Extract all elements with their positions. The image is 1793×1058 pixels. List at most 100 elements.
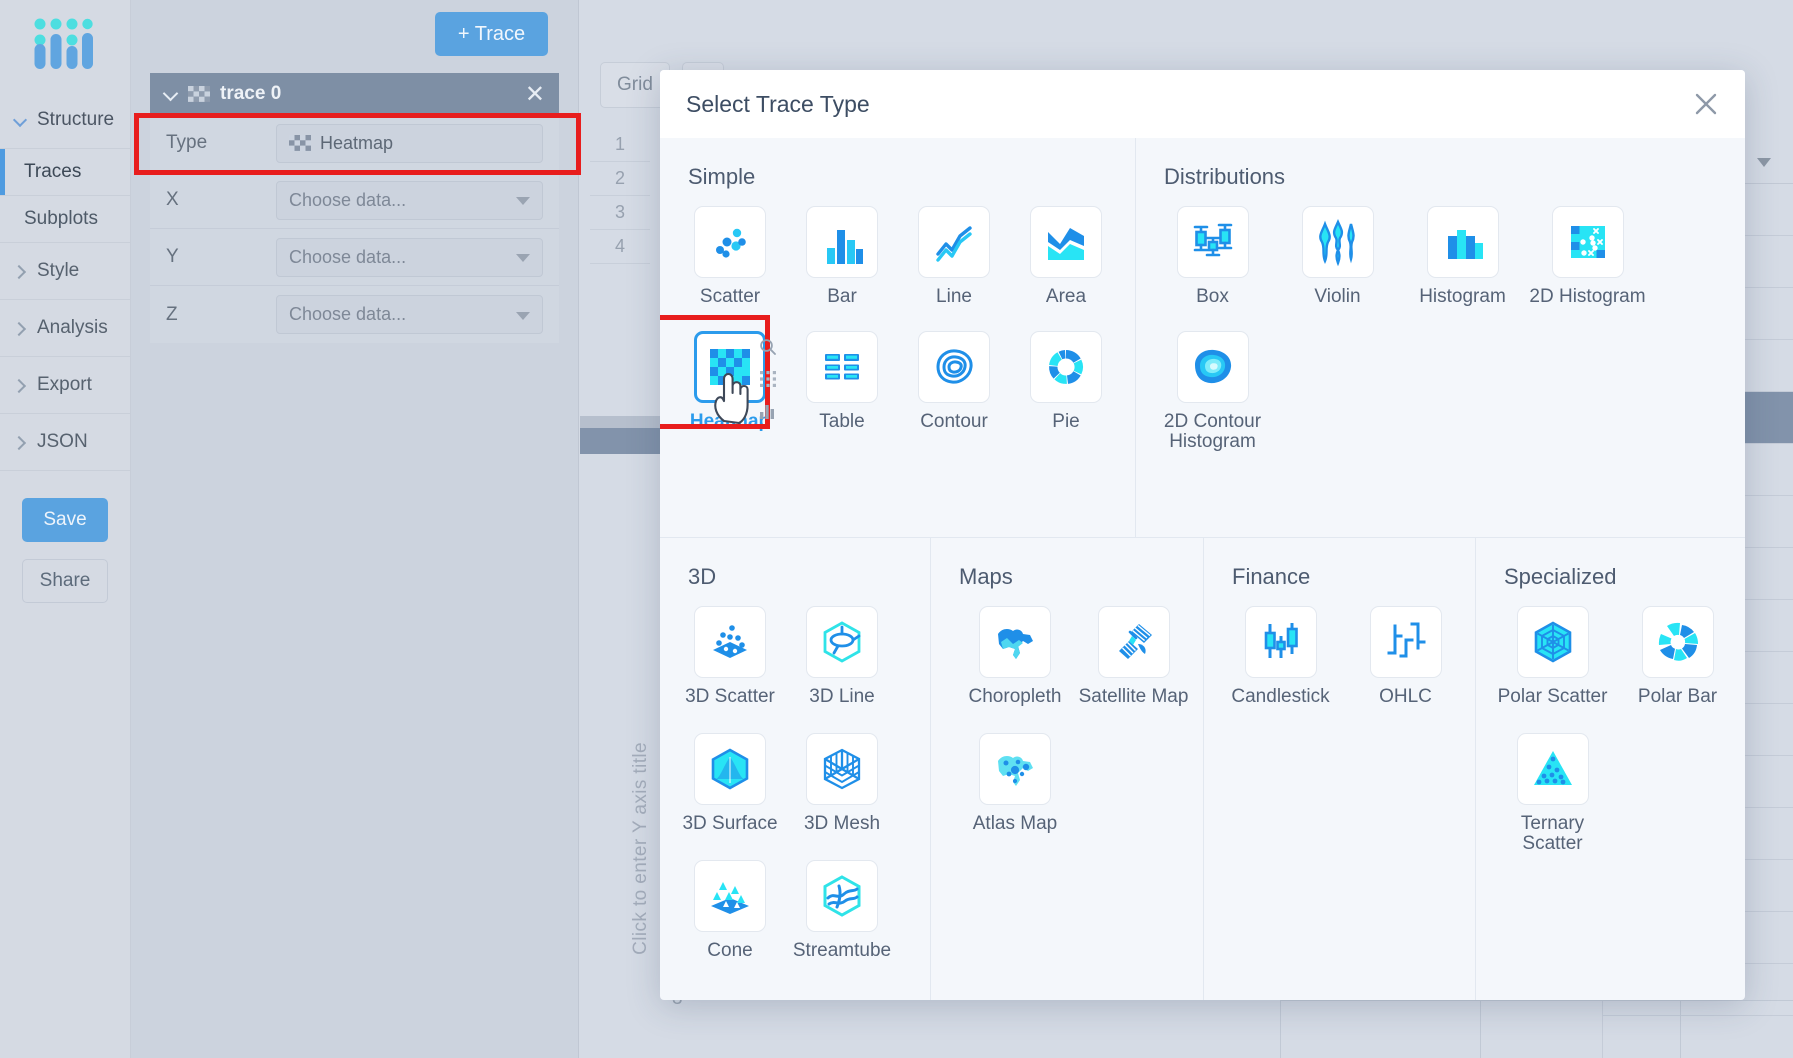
streamtube-icon xyxy=(806,859,878,932)
save-button[interactable]: Save xyxy=(22,498,108,542)
chevron-down-icon xyxy=(516,197,530,205)
histogram-icon xyxy=(1426,206,1499,278)
trace-type-candlestick[interactable]: Candlestick xyxy=(1218,606,1343,707)
z-data-select[interactable]: Choose data... xyxy=(276,295,543,334)
sidebar-item-traces[interactable]: Traces xyxy=(0,149,130,196)
category-tiles: Polar Scatter Polar Bar Ternary Scatter xyxy=(1476,606,1743,862)
chevron-down-icon xyxy=(516,311,530,320)
trace-type-area[interactable]: Area xyxy=(1010,206,1122,307)
sidebar-item-label: Analysis xyxy=(37,317,108,338)
tile-label: Polar Scatter xyxy=(1497,686,1608,707)
sidebar-item-export[interactable]: Export xyxy=(0,357,130,414)
trace-type-ternary-scatter[interactable]: Ternary Scatter xyxy=(1490,732,1615,854)
violin-icon xyxy=(1301,206,1374,278)
choropleth-icon xyxy=(979,606,1051,678)
trace-type-polar-bar[interactable]: Polar Bar xyxy=(1615,606,1740,707)
trace-type-pie[interactable]: Pie xyxy=(1010,330,1122,432)
tile-label: 2D Histogram xyxy=(1529,286,1646,307)
category-title: Finance xyxy=(1232,564,1311,589)
sidebar-item-json[interactable]: JSON xyxy=(0,414,130,471)
trace-type-violin[interactable]: Violin xyxy=(1275,206,1400,307)
sidebar-item-structure[interactable]: Structure xyxy=(0,92,130,149)
polar-bar-icon xyxy=(1641,606,1714,678)
z-data-placeholder: Choose data... xyxy=(289,304,407,324)
trace-type-3d-line[interactable]: 3D Line xyxy=(786,606,898,707)
trace-type-select[interactable]: Heatmap xyxy=(276,123,543,163)
category-distributions: Distributions Box Violin Histogram 2D Hi… xyxy=(1135,138,1745,537)
trace-type-value: Heatmap xyxy=(320,132,394,153)
bar-chart-icon[interactable] xyxy=(758,401,778,421)
category-simple: Simple Scatter Bar Line Area Heatmap Tab… xyxy=(660,138,1135,537)
close-icon[interactable] xyxy=(1691,89,1721,119)
tile-label: Candlestick xyxy=(1231,686,1330,707)
box-icon xyxy=(1176,206,1249,278)
table-icon xyxy=(806,330,878,403)
polar-scatter-icon xyxy=(1516,606,1589,678)
tile-label: Polar Bar xyxy=(1637,686,1718,707)
sidebar-item-style[interactable]: Style xyxy=(0,243,130,300)
close-icon[interactable]: ✕ xyxy=(525,80,545,109)
category-title: 3D xyxy=(688,564,717,589)
trace-type-heatmap[interactable]: Heatmap xyxy=(660,314,786,432)
trace-type-3d-mesh[interactable]: 3D Mesh xyxy=(786,732,898,834)
app-logo xyxy=(0,0,130,92)
trace-type-satellite-map[interactable]: Satellite Map xyxy=(1071,606,1196,707)
magnifier-icon[interactable] xyxy=(758,337,778,357)
tile-label: Line xyxy=(936,286,972,307)
tile-label: OHLC xyxy=(1379,686,1432,707)
sidebar-item-subplots[interactable]: Subplots xyxy=(0,196,130,243)
contour-icon xyxy=(918,330,990,403)
trace-type-3d-scatter[interactable]: 3D Scatter xyxy=(674,606,786,707)
chevron-down-icon[interactable] xyxy=(1757,158,1771,167)
share-button[interactable]: Share xyxy=(22,559,108,603)
tile-label: 2D Contour Histogram xyxy=(1163,410,1262,452)
tile-label: 3D Line xyxy=(809,686,875,707)
trace-type-ohlc[interactable]: OHLC xyxy=(1343,606,1468,707)
tile-label: Ternary Scatter xyxy=(1520,812,1585,854)
trace-type-box[interactable]: Box xyxy=(1150,206,1275,307)
field-label: Type xyxy=(166,132,208,153)
category-title: Maps xyxy=(959,564,1013,589)
tile-label: Streamtube xyxy=(792,939,892,961)
add-trace-button[interactable]: + Trace xyxy=(435,12,548,56)
y-axis-title[interactable]: Click to enter Y axis title xyxy=(630,742,652,955)
y-data-placeholder: Choose data... xyxy=(289,246,407,267)
trace-type-2d-contour-histogram[interactable]: 2D Contour Histogram xyxy=(1150,330,1275,452)
tile-label: Table xyxy=(819,410,865,432)
sidebar-item-analysis[interactable]: Analysis xyxy=(0,300,130,357)
trace-type-histogram[interactable]: Histogram xyxy=(1400,206,1525,307)
grid-dots-icon[interactable] xyxy=(758,369,778,389)
trace-type-streamtube[interactable]: Streamtube xyxy=(786,859,898,961)
ternary-scatter-icon xyxy=(1516,732,1589,805)
trace-type-table[interactable]: Table xyxy=(786,330,898,432)
y-data-select[interactable]: Choose data... xyxy=(276,237,543,277)
category-title: Distributions xyxy=(1164,164,1286,189)
modal-band-top: Simple Scatter Bar Line Area Heatmap Tab… xyxy=(660,138,1745,537)
trace-type-scatter[interactable]: Scatter xyxy=(674,206,786,307)
trace-type-line[interactable]: Line xyxy=(898,206,1010,307)
trace-type-contour[interactable]: Contour xyxy=(898,330,1010,432)
heatmap-icon xyxy=(188,86,210,102)
histogram-2d-icon xyxy=(1551,206,1624,278)
trace-type-atlas-map[interactable]: Atlas Map xyxy=(959,732,1071,834)
trace-type-polar-scatter[interactable]: Polar Scatter xyxy=(1490,606,1615,707)
category-title: Simple xyxy=(688,164,756,189)
chevron-down-icon xyxy=(14,113,28,127)
tile-label: Histogram xyxy=(1419,286,1506,307)
category-tiles: Scatter Bar Line Area Heatmap Table Cont… xyxy=(660,206,1135,440)
row-number: 2 xyxy=(590,162,650,196)
tile-label: Contour xyxy=(920,410,988,432)
pie-icon xyxy=(1030,330,1102,403)
chevron-down-icon[interactable] xyxy=(164,87,178,101)
trace-type-2d-histogram[interactable]: 2D Histogram xyxy=(1525,206,1650,307)
trace-type-choropleth[interactable]: Choropleth xyxy=(959,606,1071,707)
trace-type-3d-surface[interactable]: 3D Surface xyxy=(674,732,786,834)
plotly-logo-icon xyxy=(34,18,93,69)
trace-type-cone[interactable]: Cone xyxy=(674,859,786,961)
chevron-down-icon xyxy=(516,254,530,262)
trace-type-bar[interactable]: Bar xyxy=(786,206,898,307)
line-3d-icon xyxy=(806,606,878,678)
scatter-icon xyxy=(694,206,766,278)
x-data-select[interactable]: Choose data... xyxy=(276,180,543,220)
trace-card-header[interactable]: trace 0 ✕ xyxy=(150,73,559,115)
